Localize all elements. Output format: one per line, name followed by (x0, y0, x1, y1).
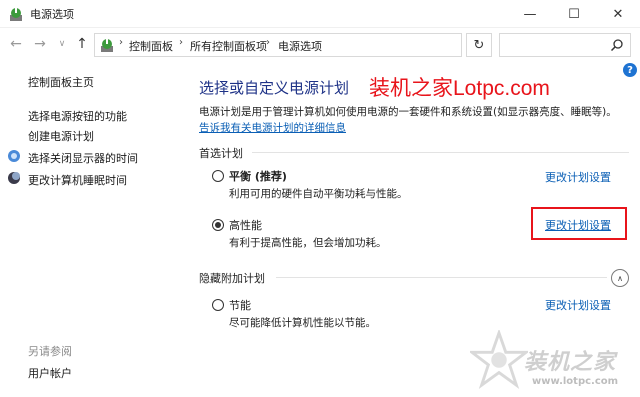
breadcrumb-control-panel[interactable]: 控制面板 (129, 38, 173, 54)
address-bar[interactable]: › 控制面板 › 所有控制面板项 › 电源选项 ∨ (94, 33, 544, 57)
minimize-icon: — (523, 6, 537, 22)
sidebar-item-display-off[interactable]: 选择关闭显示器的时间 (28, 150, 138, 166)
logo-url: www.lotpc.com (532, 376, 619, 387)
minimize-button[interactable]: — (508, 0, 552, 28)
plan-name-balanced[interactable]: 平衡 (推荐) (229, 168, 287, 184)
logo-text: 装机之家 (524, 350, 617, 375)
sidebar: 控制面板主页 选择电源按钮的功能 创建电源计划 选择关闭显示器的时间 更改计算机… (0, 62, 180, 397)
chevron-down-icon: ∨ (58, 39, 66, 49)
forward-arrow-icon: → (34, 36, 46, 52)
watermark-text: 装机之家Lotpc.com (369, 77, 550, 100)
breadcrumb-separator[interactable]: › (179, 37, 183, 48)
page-title: 选择或自定义电源计划 (199, 79, 350, 97)
sidebar-item-create-plan[interactable]: 创建电源计划 (28, 128, 94, 144)
change-plan-settings-link[interactable]: 更改计划设置 (545, 169, 611, 185)
section-divider (252, 152, 629, 153)
see-also-heading: 另请参阅 (28, 345, 72, 358)
sidebar-item-power-buttons[interactable]: 选择电源按钮的功能 (28, 108, 127, 124)
section-divider (276, 277, 607, 278)
plan-desc-high-performance: 有利于提高性能，但会增加功耗。 (229, 237, 387, 249)
plan-name-power-saver[interactable]: 节能 (229, 297, 251, 313)
preferred-plans-heading: 首选计划 (199, 147, 243, 160)
maximize-button[interactable]: ☐ (552, 0, 596, 28)
refresh-button[interactable]: ↻ (466, 33, 492, 57)
site-logo-watermark: 装机之家 www.lotpc.com (470, 330, 636, 394)
plan-name-high-performance[interactable]: 高性能 (229, 217, 262, 233)
page-description: 电源计划是用于管理计算机如何使用电源的一套硬件和系统设置(如显示器亮度、睡眠等)… (199, 106, 617, 118)
forward-button[interactable]: → (30, 34, 50, 54)
help-icon[interactable]: ? (623, 63, 637, 77)
power-options-icon (101, 38, 113, 52)
plan-radio-high-performance[interactable] (212, 219, 224, 231)
search-icon (610, 39, 623, 52)
sidebar-item-control-panel-home[interactable]: 控制面板主页 (28, 74, 94, 90)
sidebar-item-sleep-time[interactable]: 更改计算机睡眠时间 (28, 172, 127, 188)
annotation-highlight-box (531, 207, 627, 240)
back-button[interactable]: ← (6, 34, 26, 54)
plan-desc-power-saver: 尽可能降低计算机性能以节能。 (229, 317, 376, 329)
details-link[interactable]: 告诉我有关电源计划的详细信息 (199, 120, 346, 135)
star-logo-icon (470, 330, 528, 389)
close-icon: ✕ (612, 6, 624, 22)
breadcrumb-power-options[interactable]: 电源选项 (278, 38, 322, 54)
display-icon (8, 150, 20, 162)
collapse-button[interactable]: ∧ (611, 269, 629, 287)
up-button[interactable]: ↑ (72, 34, 92, 54)
close-button[interactable]: ✕ (596, 0, 640, 28)
maximize-icon: ☐ (568, 6, 580, 22)
hidden-plans-heading: 隐藏附加计划 (199, 272, 265, 285)
window-title: 电源选项 (30, 8, 74, 21)
breadcrumb-separator[interactable]: › (266, 37, 270, 48)
sleep-icon (8, 172, 20, 184)
breadcrumb-all-items[interactable]: 所有控制面板项 (190, 38, 267, 54)
title-bar: 电源选项 — ☐ ✕ (0, 0, 640, 28)
plan-radio-power-saver[interactable] (212, 299, 224, 311)
up-arrow-icon: ↑ (76, 36, 88, 52)
plan-desc-balanced: 利用可用的硬件自动平衡功耗与性能。 (229, 188, 408, 200)
sidebar-item-user-accounts[interactable]: 用户帐户 (28, 365, 72, 381)
power-options-icon (10, 7, 22, 21)
refresh-icon: ↻ (473, 37, 485, 53)
back-arrow-icon: ← (10, 36, 22, 52)
recent-locations-button[interactable]: ∨ (52, 34, 72, 54)
navigation-bar: ← → ∨ ↑ › 控制面板 › 所有控制面板项 › 电源选项 ∨ ↻ (0, 28, 640, 62)
breadcrumb-separator: › (119, 37, 123, 48)
change-plan-settings-link[interactable]: 更改计划设置 (545, 297, 611, 313)
chevron-up-icon: ∧ (617, 273, 623, 283)
plan-radio-balanced[interactable] (212, 170, 224, 182)
search-input[interactable] (499, 33, 631, 57)
